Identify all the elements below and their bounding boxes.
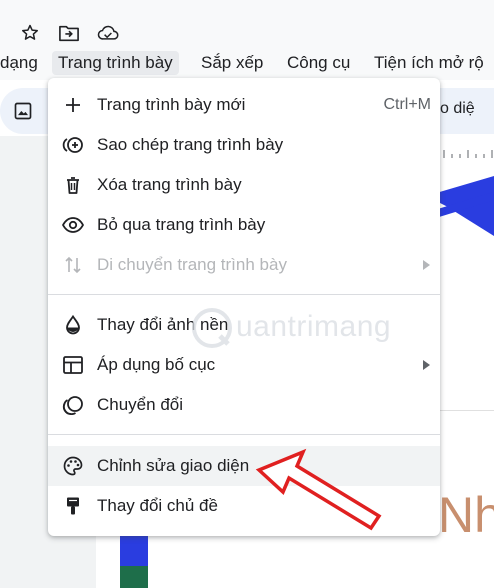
watermark-text: uantrimang <box>236 310 392 343</box>
menu-arrange[interactable]: Sắp xếp <box>195 51 269 75</box>
transition-icon <box>62 394 84 416</box>
menu-item-label: Chuyển đổi <box>97 395 184 414</box>
menu-item-label: Thay đổi chủ đề <box>97 496 218 515</box>
menu-separator <box>48 434 440 435</box>
palette-icon <box>62 455 84 477</box>
menu-item-label: Sao chép trang trình bày <box>97 135 284 154</box>
paint-roller-icon <box>62 495 84 517</box>
ruler <box>440 146 494 160</box>
menu-slide[interactable]: Trang trình bày <box>52 51 179 75</box>
menu-item-skip-slide[interactable]: Bỏ qua trang trình bày <box>48 205 440 245</box>
background-drop-icon <box>62 314 84 336</box>
slide-title-text: Nh <box>438 487 494 543</box>
toolbar-theme-button[interactable]: o diệ <box>440 100 475 118</box>
menu-item-label: Xóa trang trình bày <box>97 175 242 194</box>
menu-item-label: Di chuyển trang trình bày <box>97 255 287 274</box>
move-to-folder-icon[interactable] <box>58 22 80 44</box>
eye-icon <box>62 214 84 236</box>
menu-item-delete-slide[interactable]: Xóa trang trình bày <box>48 165 440 205</box>
star-icon[interactable] <box>19 22 41 44</box>
cloud-saved-icon[interactable] <box>97 22 119 44</box>
menu-item-label: Chỉnh sửa giao diện <box>97 456 250 475</box>
menu-item-label: Bỏ qua trang trình bày <box>97 215 266 234</box>
duplicate-icon <box>62 134 84 156</box>
menu-item-label: Áp dụng bố cục <box>97 355 216 374</box>
menu-item-move-slide: Di chuyển trang trình bày <box>48 245 440 285</box>
top-icon-row <box>0 0 494 44</box>
image-icon[interactable] <box>12 100 34 122</box>
menu-item-label: Trang trình bày mới <box>97 95 246 114</box>
menu-separator <box>48 294 440 295</box>
trash-icon <box>62 174 84 196</box>
quantrimang-logo <box>192 308 232 348</box>
menu-bar: dạng Trang trình bày Sắp xếp Công cụ Tiệ… <box>0 44 494 80</box>
red-arrow-annotation <box>255 448 382 531</box>
plus-icon <box>62 94 84 116</box>
submenu-arrow-icon <box>423 360 430 370</box>
move-arrows-icon <box>62 254 84 276</box>
watermark: uantrimang <box>190 300 420 354</box>
menu-item-duplicate-slide[interactable]: Sao chép trang trình bày <box>48 125 440 165</box>
submenu-arrow-icon <box>423 260 430 270</box>
menu-extensions[interactable]: Tiện ích mở rộ <box>368 51 490 75</box>
menu-tools[interactable]: Công cụ <box>281 51 356 75</box>
menu-item-new-slide[interactable]: Trang trình bày mới Ctrl+M <box>48 85 440 125</box>
menu-item-shortcut: Ctrl+M <box>383 96 431 113</box>
menu-format[interactable]: dạng <box>0 51 44 75</box>
layout-icon <box>62 354 84 376</box>
menu-item-transition[interactable]: Chuyển đổi <box>48 385 440 425</box>
